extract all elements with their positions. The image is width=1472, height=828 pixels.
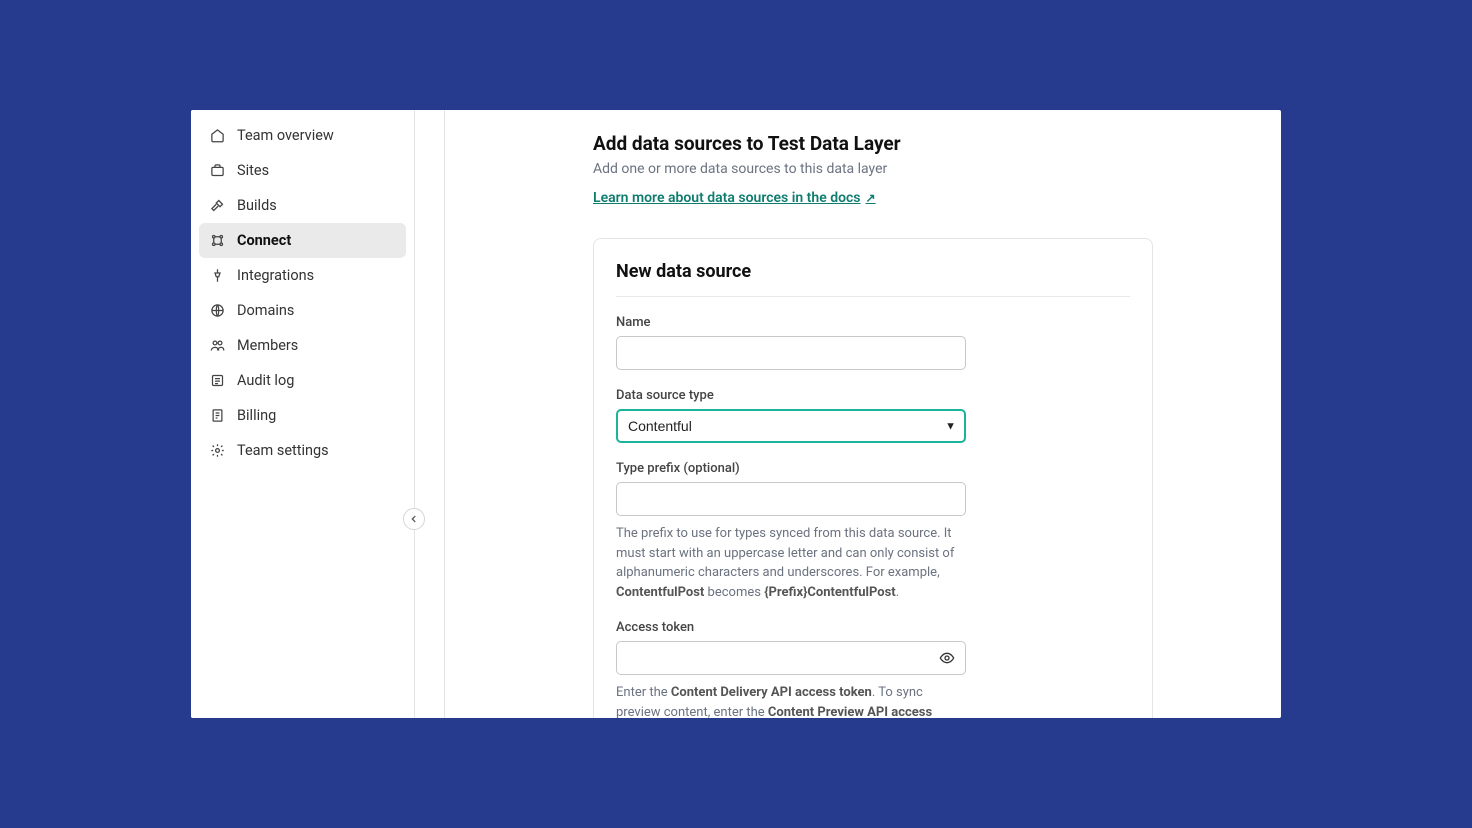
external-link-icon: ↗ (866, 191, 876, 205)
sidebar-item-members[interactable]: Members (199, 328, 406, 363)
plug-icon (209, 268, 225, 284)
access-token-input[interactable] (616, 641, 966, 675)
token-label: Access token (616, 620, 966, 635)
sidebar-item-label: Domains (237, 302, 294, 319)
connect-icon (209, 233, 225, 249)
toggle-token-visibility-button[interactable] (934, 645, 960, 671)
sidebar-item-label: Connect (237, 232, 291, 249)
globe-icon (209, 303, 225, 319)
chevron-left-icon (409, 514, 419, 524)
type-prefix-input[interactable] (616, 482, 966, 516)
name-input[interactable] (616, 336, 966, 370)
sidebar-item-audit-log[interactable]: Audit log (199, 363, 406, 398)
new-data-source-card: New data source Name Data source type Co… (593, 238, 1153, 718)
page-subtitle: Add one or more data sources to this dat… (593, 161, 1281, 177)
sidebar-item-billing[interactable]: Billing (199, 398, 406, 433)
card-title: New data source (616, 261, 1130, 297)
type-label: Data source type (616, 388, 966, 403)
sidebar-item-label: Integrations (237, 267, 314, 284)
sidebar-item-team-settings[interactable]: Team settings (199, 433, 406, 468)
sidebar-item-label: Audit log (237, 372, 294, 389)
sidebar-item-label: Sites (237, 162, 269, 179)
list-icon (209, 373, 225, 389)
docs-link[interactable]: Learn more about data sources in the doc… (593, 190, 876, 206)
receipt-icon (209, 408, 225, 424)
sidebar: Team overview Sites Builds Connect Integ (191, 110, 415, 718)
gear-icon (209, 443, 225, 459)
field-type-prefix: Type prefix (optional) (616, 461, 966, 516)
sidebar-collapse-button[interactable] (403, 508, 425, 530)
sidebar-item-sites[interactable]: Sites (199, 153, 406, 188)
briefcase-icon (209, 163, 225, 179)
sidebar-item-connect[interactable]: Connect (199, 223, 406, 258)
sidebar-item-domains[interactable]: Domains (199, 293, 406, 328)
page-title: Add data sources to Test Data Layer (593, 132, 1281, 155)
name-label: Name (616, 315, 966, 330)
sidebar-item-label: Team settings (237, 442, 329, 459)
app-window: Team overview Sites Builds Connect Integ (191, 110, 1281, 718)
home-icon (209, 128, 225, 144)
prefix-help-text: The prefix to use for types synced from … (616, 524, 966, 602)
field-name: Name (616, 315, 966, 370)
sidebar-item-label: Team overview (237, 127, 334, 144)
content-gutter (415, 110, 445, 718)
sidebar-item-label: Members (237, 337, 298, 354)
field-access-token: Access token (616, 620, 966, 675)
hammer-icon (209, 198, 225, 214)
field-data-source-type: Data source type Contentful ▼ (616, 388, 966, 443)
data-source-type-select[interactable]: Contentful (616, 409, 966, 443)
main-content: Add data sources to Test Data Layer Add … (415, 110, 1281, 718)
sidebar-item-builds[interactable]: Builds (199, 188, 406, 223)
sidebar-item-label: Billing (237, 407, 276, 424)
users-icon (209, 338, 225, 354)
prefix-label: Type prefix (optional) (616, 461, 966, 476)
token-help-text: Enter the Content Delivery API access to… (616, 683, 966, 718)
sidebar-item-team-overview[interactable]: Team overview (199, 118, 406, 153)
sidebar-item-label: Builds (237, 197, 277, 214)
docs-link-label: Learn more about data sources in the doc… (593, 190, 861, 206)
eye-icon (939, 650, 955, 666)
sidebar-item-integrations[interactable]: Integrations (199, 258, 406, 293)
